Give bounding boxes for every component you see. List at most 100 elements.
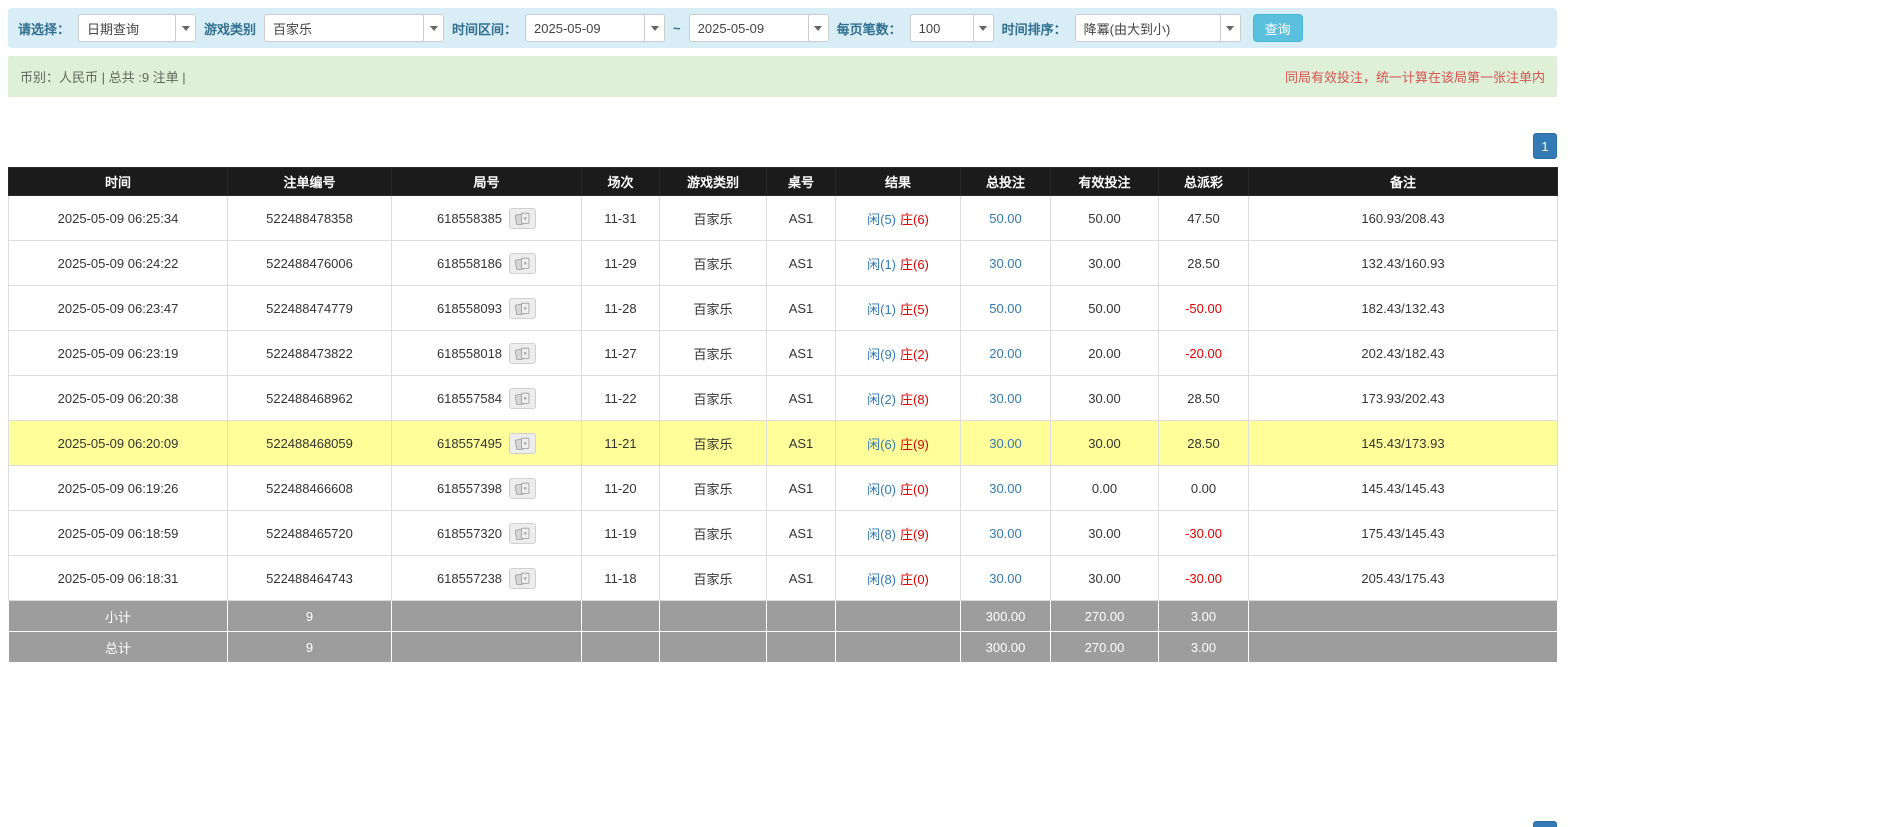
round-id: 618557584 [437, 391, 502, 406]
round-cell: 618557320 [392, 511, 582, 556]
total-bet-link[interactable]: 30.00 [989, 436, 1022, 451]
result-player: 闲(2) [867, 392, 896, 407]
cards-icon [515, 392, 531, 405]
date-from-select[interactable]: 2025-05-09 [525, 14, 665, 42]
range-separator: ~ [673, 21, 681, 36]
round-detail-button[interactable] [509, 253, 536, 274]
subtotal-label: 小计 [9, 601, 228, 632]
total-bet-link[interactable]: 50.00 [989, 301, 1022, 316]
result-banker: 庄(0) [900, 572, 929, 587]
time-cell: 2025-05-09 06:18:31 [9, 556, 228, 601]
total-total-bet: 300.00 [961, 632, 1051, 663]
remark-cell: 175.43/145.43 [1249, 511, 1558, 556]
round-detail-button[interactable] [509, 343, 536, 364]
session-cell: 11-31 [582, 196, 660, 241]
result-banker: 庄(8) [900, 392, 929, 407]
table-row: 2025-05-09 06:20:38 522488468962 6185575… [9, 376, 1558, 421]
total-valid-bet: 270.00 [1051, 632, 1159, 663]
game-type-select[interactable]: 百家乐 [264, 14, 444, 42]
time-cell: 2025-05-09 06:19:26 [9, 466, 228, 511]
round-id: 618557495 [437, 436, 502, 451]
session-cell: 11-21 [582, 421, 660, 466]
subtotal-row: 小计 9 300.00 270.00 3.00 [9, 601, 1558, 632]
total-bet-link[interactable]: 30.00 [989, 391, 1022, 406]
filter-bar: 请选择： 日期查询 游戏类别 百家乐 时间区间： 2025-05-09 ~ 20… [8, 8, 1557, 48]
payout-value: 28.50 [1187, 256, 1220, 271]
subtotal-empty [582, 601, 660, 632]
total-bet-cell: 30.00 [961, 466, 1051, 511]
game-type-cell: 百家乐 [660, 421, 767, 466]
total-bet-cell: 50.00 [961, 196, 1051, 241]
round-detail-button[interactable] [509, 433, 536, 454]
game-type-cell: 百家乐 [660, 331, 767, 376]
total-bet-link[interactable]: 30.00 [989, 526, 1022, 541]
round-cell: 618558093 [392, 286, 582, 331]
bet-id-cell: 522488478358 [228, 196, 392, 241]
total-row: 总计 9 300.00 270.00 3.00 [9, 632, 1558, 663]
round-detail-button[interactable] [509, 523, 536, 544]
round-detail-button[interactable] [509, 208, 536, 229]
total-bet-link[interactable]: 50.00 [989, 211, 1022, 226]
total-empty [767, 632, 836, 663]
table-no-cell: AS1 [767, 376, 836, 421]
table-header-row: 时间 注单编号 局号 场次 游戏类别 桌号 结果 总投注 有效投注 总派彩 备注 [9, 168, 1558, 196]
payout-cell: -50.00 [1159, 286, 1249, 331]
query-type-select[interactable]: 日期查询 [78, 14, 196, 42]
result-player: 闲(8) [867, 572, 896, 587]
time-cell: 2025-05-09 06:20:09 [9, 421, 228, 466]
total-bet-link[interactable]: 30.00 [989, 571, 1022, 586]
bet-id-cell: 522488464743 [228, 556, 392, 601]
time-cell: 2025-05-09 06:23:19 [9, 331, 228, 376]
pagination-page-1-bottom[interactable]: 1 [1533, 821, 1557, 827]
valid-bet-cell: 30.00 [1051, 556, 1159, 601]
subtotal-empty [660, 601, 767, 632]
valid-bet-cell: 30.00 [1051, 241, 1159, 286]
round-detail-button[interactable] [509, 298, 536, 319]
total-bet-link[interactable]: 30.00 [989, 481, 1022, 496]
cards-icon [515, 302, 531, 315]
bet-id-cell: 522488468962 [228, 376, 392, 421]
date-to-select[interactable]: 2025-05-09 [689, 14, 829, 42]
table-row: 2025-05-09 06:20:09 522488468059 6185574… [9, 421, 1558, 466]
table-no-cell: AS1 [767, 196, 836, 241]
chevron-down-icon [644, 15, 664, 41]
round-detail-button[interactable] [509, 478, 536, 499]
session-cell: 11-27 [582, 331, 660, 376]
pagination-page-1[interactable]: 1 [1533, 133, 1557, 159]
round-cell: 618557495 [392, 421, 582, 466]
payout-value: -20.00 [1185, 346, 1222, 361]
total-count: 9 [228, 632, 392, 663]
remark-cell: 145.43/173.93 [1249, 421, 1558, 466]
total-bet-link[interactable]: 20.00 [989, 346, 1022, 361]
sort-select[interactable]: 降冪(由大到小) [1075, 14, 1241, 42]
table-no-cell: AS1 [767, 466, 836, 511]
total-bet-link[interactable]: 30.00 [989, 256, 1022, 271]
sort-value: 降冪(由大到小) [1076, 15, 1220, 41]
result-cell: 闲(9)庄(2) [836, 331, 961, 376]
valid-bet-notice: 同局有效投注，统一计算在该局第一张注单内 [1285, 67, 1545, 86]
bet-id-cell: 522488466608 [228, 466, 392, 511]
game-type-cell: 百家乐 [660, 511, 767, 556]
per-page-select[interactable]: 100 [910, 14, 994, 42]
total-label: 总计 [9, 632, 228, 663]
header-round-id: 局号 [392, 168, 582, 196]
subtotal-payout: 3.00 [1159, 601, 1249, 632]
remark-cell: 205.43/175.43 [1249, 556, 1558, 601]
payout-value: 0.00 [1191, 481, 1216, 496]
header-table-no: 桌号 [767, 168, 836, 196]
total-bet-cell: 30.00 [961, 556, 1051, 601]
round-detail-button[interactable] [509, 388, 536, 409]
payout-value: -30.00 [1185, 526, 1222, 541]
time-cell: 2025-05-09 06:20:38 [9, 376, 228, 421]
round-detail-button[interactable] [509, 568, 536, 589]
remark-cell: 145.43/145.43 [1249, 466, 1558, 511]
round-cell: 618557398 [392, 466, 582, 511]
payout-cell: -30.00 [1159, 511, 1249, 556]
round-id: 618558385 [437, 211, 502, 226]
query-button[interactable]: 查询 [1253, 14, 1303, 42]
total-bet-cell: 30.00 [961, 511, 1051, 556]
chevron-down-icon [423, 15, 443, 41]
session-cell: 11-18 [582, 556, 660, 601]
result-banker: 庄(9) [900, 527, 929, 542]
table-row: 2025-05-09 06:18:59 522488465720 6185573… [9, 511, 1558, 556]
